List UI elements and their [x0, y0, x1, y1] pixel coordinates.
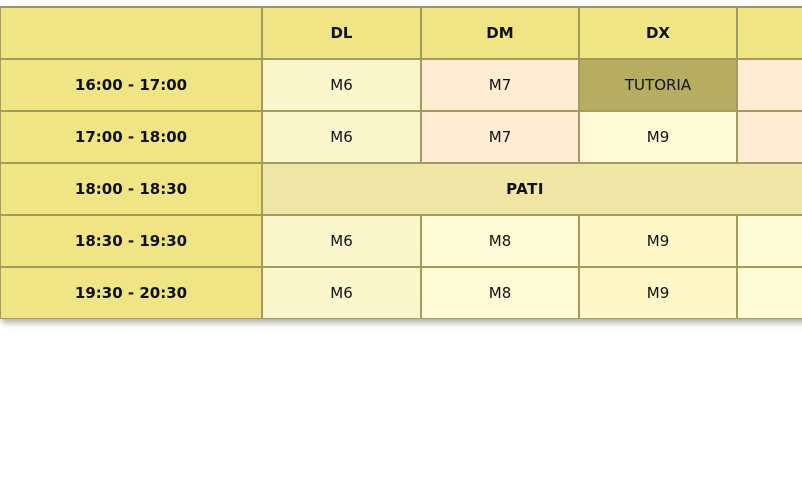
schedule-cell: M8 — [421, 215, 579, 267]
schedule-cell: M8 — [421, 267, 579, 319]
schedule-cell: M7 — [421, 111, 579, 163]
break-label: PATI — [506, 180, 544, 198]
table-row: 18:30 - 19:30 M6 M8 M9 — [0, 215, 802, 267]
schedule-cell — [737, 215, 802, 267]
break-row: 18:00 - 18:30 PATI — [0, 163, 802, 215]
schedule-container: DL DM DX 16:00 - 17:00 M6 M7 TUTORIA 17:… — [0, 6, 802, 319]
table-row: 19:30 - 20:30 M6 M8 M9 — [0, 267, 802, 319]
corner-header-cell — [0, 6, 262, 59]
schedule-cell: M9 — [579, 267, 737, 319]
time-slot-label: 18:00 - 18:30 — [0, 163, 262, 215]
schedule-table: DL DM DX 16:00 - 17:00 M6 M7 TUTORIA 17:… — [0, 6, 802, 319]
table-row: 16:00 - 17:00 M6 M7 TUTORIA — [0, 59, 802, 111]
schedule-cell: M9 — [579, 215, 737, 267]
time-slot-label: 17:00 - 18:00 — [0, 111, 262, 163]
tutoria-cell: TUTORIA — [579, 59, 737, 111]
time-slot-label: 18:30 - 19:30 — [0, 215, 262, 267]
schedule-cell: M6 — [262, 111, 421, 163]
day-header-dx: DX — [579, 6, 737, 59]
schedule-cell: M6 — [262, 215, 421, 267]
header-row: DL DM DX — [0, 6, 802, 59]
table-row: 17:00 - 18:00 M6 M7 M9 — [0, 111, 802, 163]
schedule-cell: M7 — [421, 59, 579, 111]
schedule-cell — [737, 267, 802, 319]
time-slot-label: 16:00 - 17:00 — [0, 59, 262, 111]
schedule-cell: M6 — [262, 59, 421, 111]
schedule-cell: M9 — [579, 111, 737, 163]
schedule-cell — [737, 111, 802, 163]
time-slot-label: 19:30 - 20:30 — [0, 267, 262, 319]
schedule-cell — [737, 59, 802, 111]
schedule-cell: M6 — [262, 267, 421, 319]
day-header-dm: DM — [421, 6, 579, 59]
day-header-dl: DL — [262, 6, 421, 59]
day-header-next — [737, 6, 802, 59]
break-cell: PATI — [262, 163, 802, 215]
